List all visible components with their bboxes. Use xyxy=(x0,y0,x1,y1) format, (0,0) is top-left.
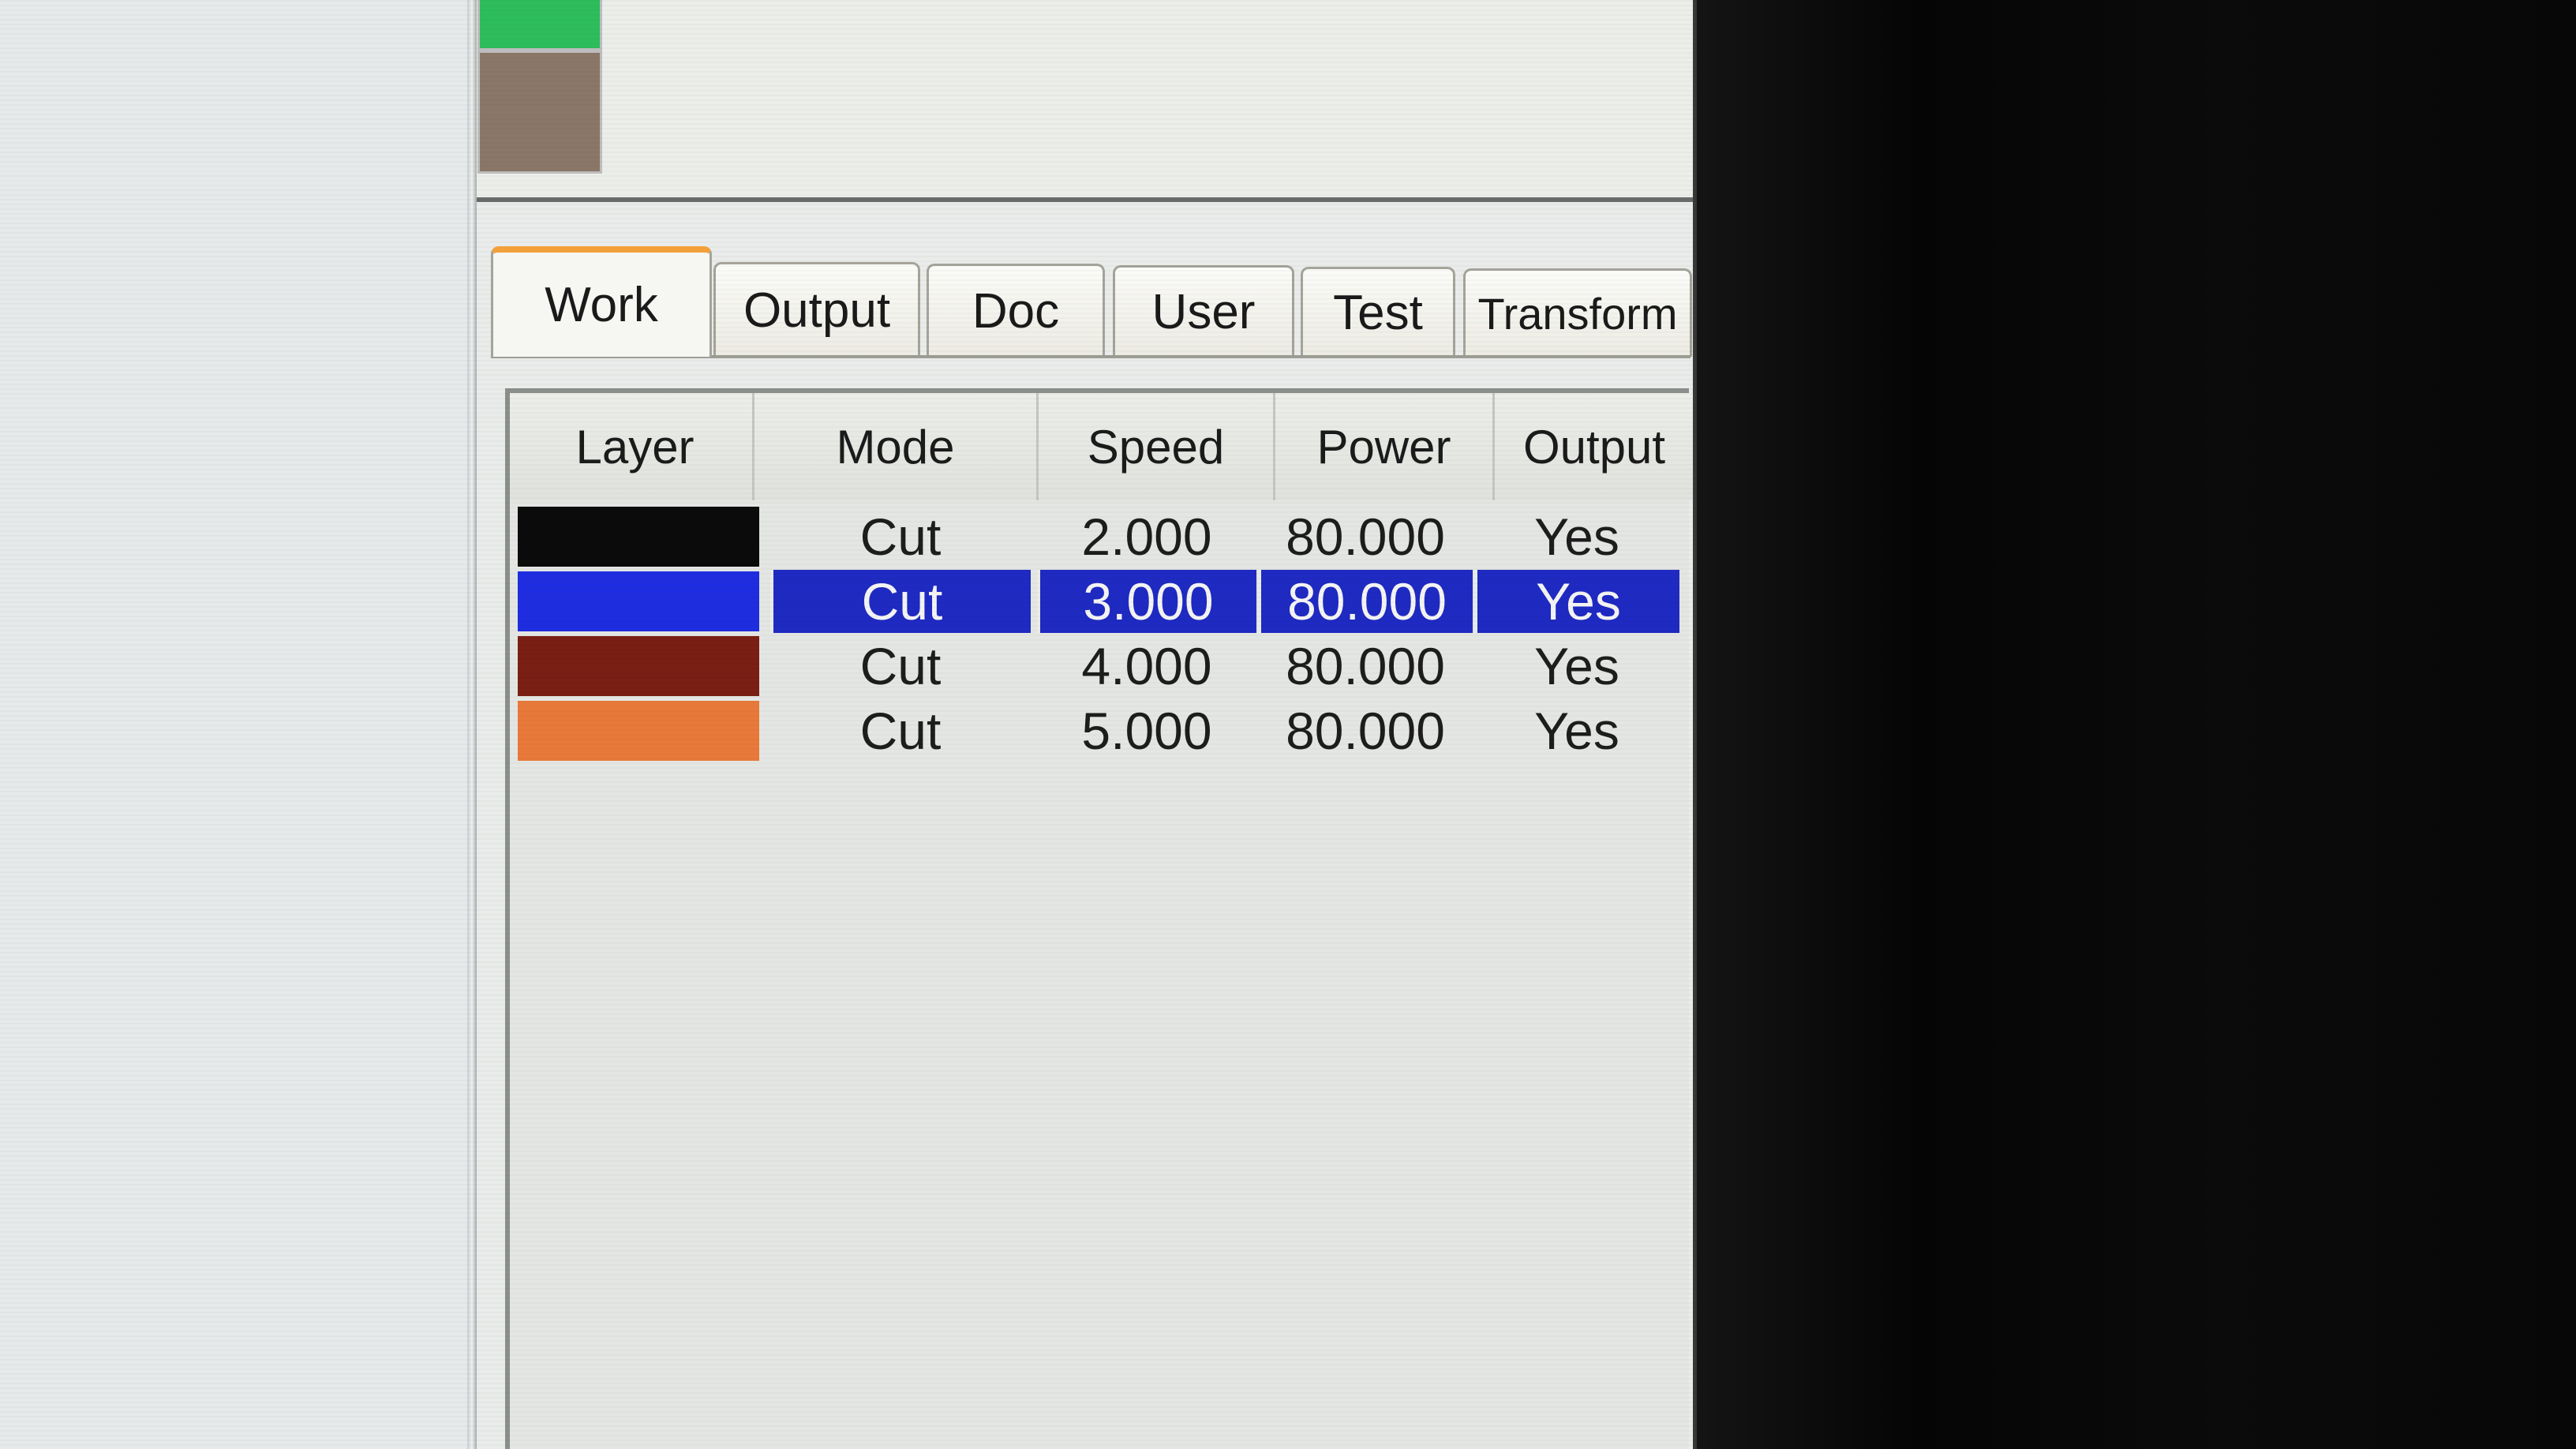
layers-list[interactable]: Layer Mode Speed Power Output Cut 2.000 … xyxy=(505,388,1694,1449)
layer-color-cell[interactable] xyxy=(518,635,759,698)
column-header-output[interactable]: Output xyxy=(1495,393,1694,500)
tab-output[interactable]: Output xyxy=(713,262,920,357)
layer-color-cell[interactable] xyxy=(518,505,759,568)
speed-cell[interactable]: 5.000 xyxy=(1037,699,1256,762)
layer-color-swatch xyxy=(518,507,759,567)
tab-test[interactable]: Test xyxy=(1301,267,1455,357)
mode-cell[interactable]: Cut xyxy=(770,635,1031,698)
table-row[interactable]: Cut 2.000 80.000 Yes xyxy=(518,505,1694,568)
palette-swatch-green[interactable] xyxy=(477,0,602,51)
layer-color-swatch xyxy=(518,636,759,696)
column-header-speed[interactable]: Speed xyxy=(1039,393,1275,500)
monitor-bezel xyxy=(1697,0,2576,1449)
panel-tab-strip: Work Output Doc User Test Transform xyxy=(491,246,1692,357)
application-window: Work Output Doc User Test Transform Laye… xyxy=(0,0,1728,1449)
tab-user[interactable]: User xyxy=(1113,265,1294,357)
table-row[interactable]: Cut 3.000 80.000 Yes xyxy=(518,570,1694,633)
output-cell[interactable]: Yes xyxy=(1474,570,1679,633)
layer-color-cell[interactable] xyxy=(518,699,759,762)
tab-work[interactable]: Work xyxy=(491,246,712,357)
palette-swatch-taupe[interactable] xyxy=(477,51,602,174)
output-cell[interactable]: Yes xyxy=(1474,699,1679,762)
column-header-mode[interactable]: Mode xyxy=(754,393,1039,500)
mode-cell[interactable]: Cut xyxy=(770,570,1031,633)
tab-transform[interactable]: Transform xyxy=(1463,268,1692,357)
column-header-power[interactable]: Power xyxy=(1275,393,1495,500)
output-cell[interactable]: Yes xyxy=(1474,505,1679,568)
tab-doc[interactable]: Doc xyxy=(927,264,1105,357)
power-cell[interactable]: 80.000 xyxy=(1258,570,1473,633)
mode-cell[interactable]: Cut xyxy=(770,699,1031,762)
column-header-layer[interactable]: Layer xyxy=(518,393,754,500)
layer-color-swatch xyxy=(518,701,759,761)
mode-cell[interactable]: Cut xyxy=(770,505,1031,568)
speed-cell[interactable]: 3.000 xyxy=(1037,570,1256,633)
layer-color-cell[interactable] xyxy=(518,570,759,633)
table-header: Layer Mode Speed Power Output xyxy=(510,393,1694,500)
canvas-area[interactable] xyxy=(0,0,466,1449)
speed-cell[interactable]: 2.000 xyxy=(1037,505,1256,568)
power-cell[interactable]: 80.000 xyxy=(1258,505,1473,568)
color-palette-panel xyxy=(477,0,1697,202)
output-cell[interactable]: Yes xyxy=(1474,635,1679,698)
pane-splitter[interactable] xyxy=(467,0,477,1449)
layer-color-swatch xyxy=(518,571,759,631)
speed-cell[interactable]: 4.000 xyxy=(1037,635,1256,698)
power-cell[interactable]: 80.000 xyxy=(1258,699,1473,762)
table-row[interactable]: Cut 4.000 80.000 Yes xyxy=(518,635,1694,698)
table-row[interactable]: Cut 5.000 80.000 Yes xyxy=(518,699,1694,762)
power-cell[interactable]: 80.000 xyxy=(1258,635,1473,698)
